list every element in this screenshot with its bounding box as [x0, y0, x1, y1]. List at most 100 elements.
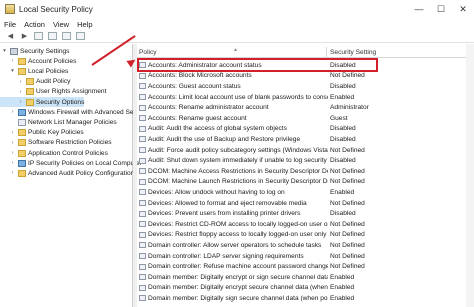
table-row[interactable]: Audit: Audit the access of global system…	[137, 124, 474, 135]
table-row[interactable]: Accounts: Limit local account use of bla…	[137, 92, 474, 103]
up-icon[interactable]	[33, 31, 44, 41]
tree-item[interactable]: › User Rights Assignment	[0, 87, 106, 97]
security-setting: Enabled	[330, 188, 355, 196]
table-row[interactable]: Domain member: Digitally sign secure cha…	[137, 293, 474, 304]
table-row[interactable]: Accounts: Guest account status Disabled	[137, 81, 474, 92]
window-controls: — ☐ ✕	[408, 0, 474, 18]
table-row[interactable]: Devices: Allow undock without having to …	[137, 187, 474, 198]
column-divider[interactable]	[326, 47, 327, 58]
menu-bar: File Action View Help	[0, 18, 474, 30]
table-row[interactable]: Domain controller: Allow server operator…	[137, 240, 474, 251]
tree-item-label: Software Restriction Policies	[28, 139, 112, 147]
table-row[interactable]: DCOM: Machine Launch Restrictions in Sec…	[137, 177, 474, 188]
security-setting: Not Defined	[330, 72, 365, 80]
tree-item-label: IP Security Policies on Local Computer	[28, 159, 142, 167]
shield-icon	[10, 47, 18, 55]
close-button[interactable]: ✕	[452, 0, 474, 18]
security-setting: Not Defined	[330, 241, 365, 249]
table-row[interactable]: Accounts: Rename administrator account Ad…	[137, 102, 474, 113]
expander-icon[interactable]: ›	[9, 170, 16, 176]
tree-item[interactable]: Network List Manager Policies	[0, 117, 117, 127]
menu-view[interactable]: View	[53, 20, 69, 29]
security-setting: Not Defined	[330, 263, 365, 271]
table-row[interactable]: Devices: Restrict floppy access to local…	[137, 230, 474, 241]
table-row[interactable]: Domain member: Digitally encrypt secure …	[137, 283, 474, 294]
menu-file[interactable]: File	[4, 20, 16, 29]
tree-item[interactable]: › IP Security Policies on Local Computer	[0, 158, 142, 168]
policy-name: DCOM: Machine Launch Restrictions in Sec…	[148, 178, 328, 186]
tree-item[interactable]: ▾ Security Settings	[0, 46, 69, 56]
menu-action[interactable]: Action	[24, 20, 45, 29]
tree-item-label: User Rights Assignment	[36, 88, 107, 96]
tree-item-label: Security Options	[36, 98, 85, 106]
expander-icon[interactable]: ›	[17, 89, 24, 95]
expander-icon[interactable]: ›	[9, 58, 16, 64]
tree-item[interactable]: › Windows Firewall with Advanced Sec	[0, 107, 137, 117]
help-icon[interactable]	[75, 31, 86, 41]
net-icon	[18, 159, 26, 167]
expander-icon[interactable]: ›	[9, 130, 16, 136]
table-row[interactable]: Domain controller: LDAP server signing r…	[137, 251, 474, 262]
expander-icon[interactable]: ›	[9, 160, 16, 166]
policy-icon	[139, 178, 146, 185]
security-setting: Enabled	[330, 93, 355, 101]
column-header-policy[interactable]: Policy	[139, 49, 157, 56]
policy-name: Domain member: Digitally sign secure cha…	[148, 294, 328, 302]
table-row[interactable]: Devices: Restrict CD-ROM access to local…	[137, 219, 474, 230]
table-row[interactable]: DCOM: Machine Access Restrictions in Sec…	[137, 166, 474, 177]
menu-help[interactable]: Help	[77, 20, 92, 29]
tree-item[interactable]: › Security Options	[0, 97, 85, 107]
export-icon[interactable]	[61, 31, 72, 41]
forward-icon[interactable]: ▶	[19, 31, 30, 41]
security-setting: Not Defined	[330, 167, 365, 175]
security-setting: Not Defined	[330, 146, 365, 154]
table-row[interactable]: Domain controller: Refuse machine accoun…	[137, 261, 474, 272]
policy-name: Audit: Shut down system immediately if u…	[148, 157, 328, 165]
security-setting: Enabled	[330, 284, 355, 292]
show-hide-icon[interactable]	[47, 31, 58, 41]
title-bar: Local Security Policy — ☐ ✕	[0, 0, 474, 18]
table-row[interactable]: Audit: Audit the use of Backup and Resto…	[137, 134, 474, 145]
vertical-scrollbar[interactable]	[466, 44, 474, 307]
expander-icon[interactable]: ›	[17, 99, 24, 105]
table-row[interactable]: Accounts: Block Microsoft accounts Not De…	[137, 71, 474, 82]
table-row[interactable]: Devices: Allowed to format and eject rem…	[137, 198, 474, 209]
security-setting: Disabled	[330, 125, 356, 133]
policy-icon	[139, 263, 146, 270]
policy-name: Accounts: Limit local account use of bla…	[148, 93, 328, 101]
tree-item-label: Audit Policy	[36, 78, 71, 86]
security-policy-icon	[5, 4, 15, 14]
policy-list: Policy ▲ Security Setting Accounts: Admi…	[137, 44, 474, 307]
table-row[interactable]: Accounts: Rename guest account Guest	[137, 113, 474, 124]
policy-name: Audit: Audit the access of global system…	[148, 125, 287, 133]
table-row[interactable]: Audit: Force audit policy subcategory se…	[137, 145, 474, 156]
table-row[interactable]: Audit: Shut down system immediately if u…	[137, 155, 474, 166]
table-row[interactable]: Devices: Prevent users from installing p…	[137, 208, 474, 219]
policy-icon	[139, 125, 146, 132]
minimize-button[interactable]: —	[408, 0, 430, 18]
expander-icon[interactable]: ›	[9, 150, 16, 156]
security-setting: Not Defined	[330, 252, 365, 260]
back-icon[interactable]: ◀	[5, 31, 16, 41]
expander-icon[interactable]: ›	[17, 79, 24, 85]
policy-name: Devices: Prevent users from installing p…	[148, 210, 301, 218]
tree-item[interactable]: › Public Key Policies	[0, 128, 84, 138]
policy-name: Audit: Audit the use of Backup and Resto…	[148, 135, 301, 143]
tree-item[interactable]: › Audit Policy	[0, 77, 70, 87]
tree-item-label: Application Control Policies	[28, 149, 108, 157]
security-setting: Guest	[330, 114, 348, 122]
column-header-setting[interactable]: Security Setting	[330, 49, 376, 56]
sort-arrow-icon: ▲	[233, 47, 238, 53]
tree-item-label: Windows Firewall with Advanced Sec	[28, 108, 137, 116]
expander-icon[interactable]: ▾	[1, 48, 8, 54]
tree-item[interactable]: › Account Policies	[0, 56, 76, 66]
expander-icon[interactable]: ›	[9, 109, 16, 115]
tree-item[interactable]: › Software Restriction Policies	[0, 138, 112, 148]
expander-icon[interactable]: ›	[9, 140, 16, 146]
table-row[interactable]: Domain member: Digitally encrypt or sign…	[137, 272, 474, 283]
tree-item[interactable]: › Advanced Audit Policy Configuration	[0, 168, 134, 178]
expander-icon[interactable]: ▾	[9, 68, 16, 74]
tree-item[interactable]: › Application Control Policies	[0, 148, 108, 158]
tree-item[interactable]: ▾ Local Policies	[0, 66, 68, 76]
maximize-button[interactable]: ☐	[430, 0, 452, 18]
